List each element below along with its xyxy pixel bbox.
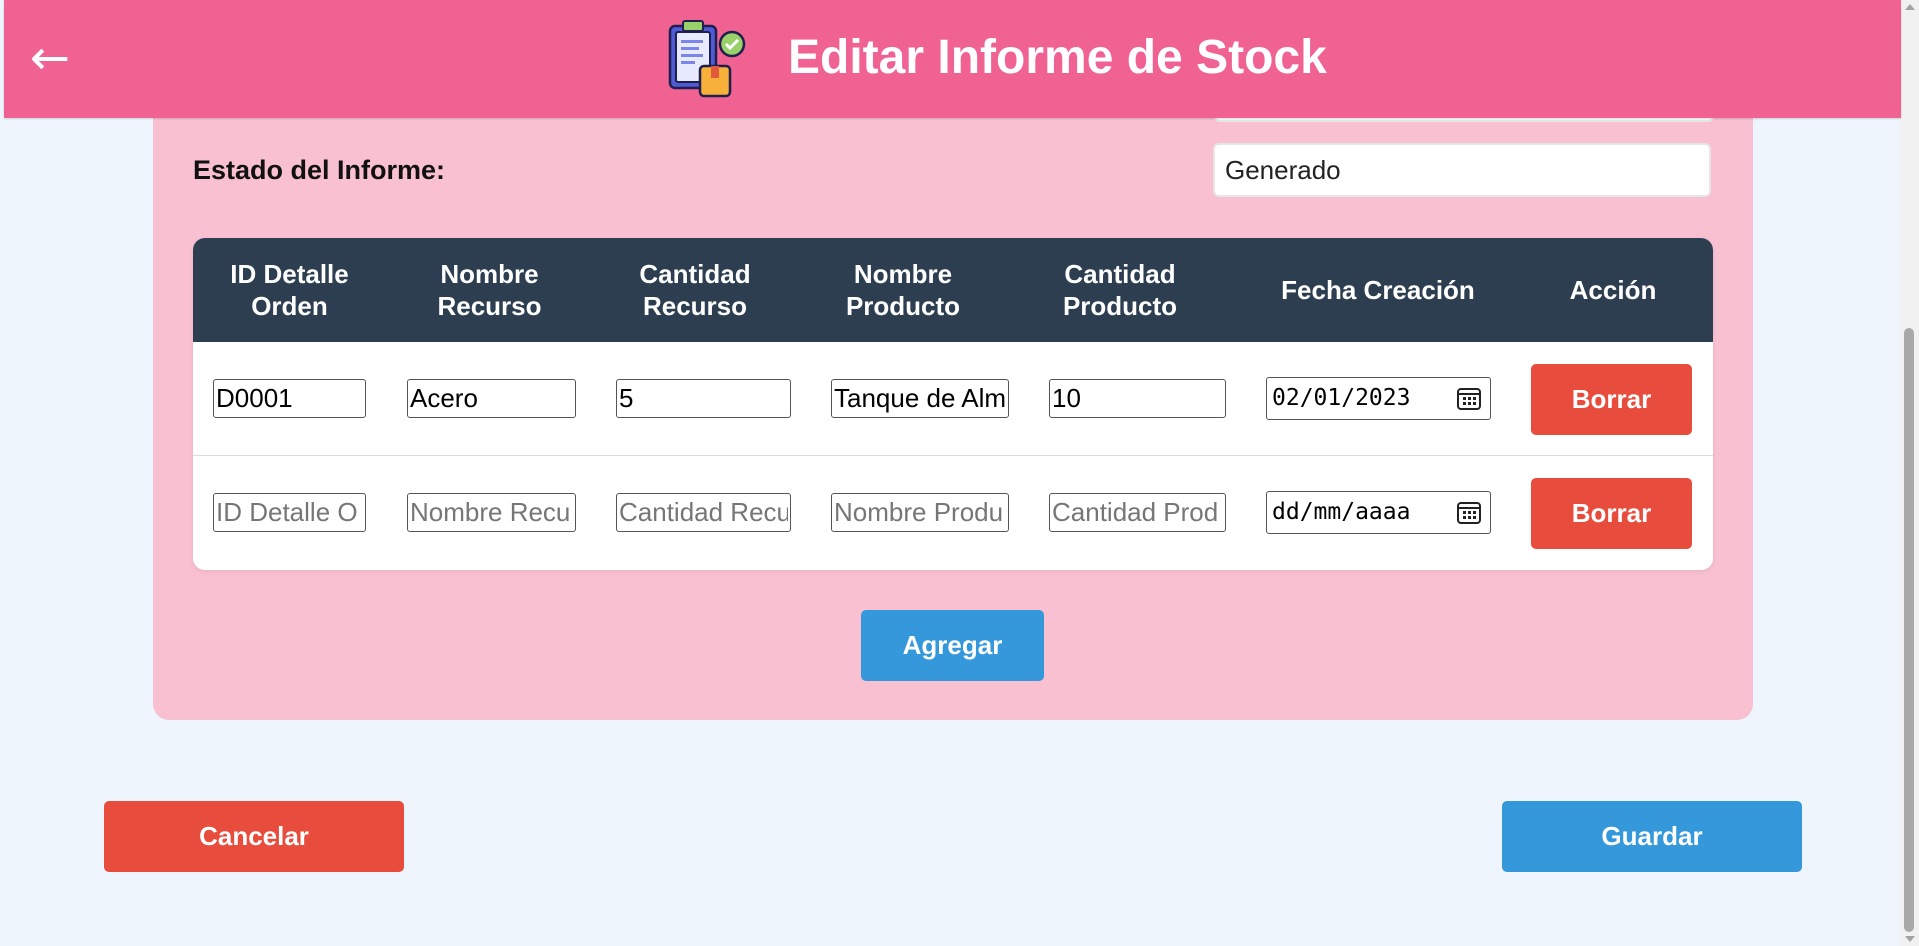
estado-label: Estado del Informe: bbox=[193, 155, 446, 185]
agregar-button[interactable]: Agregar bbox=[861, 610, 1044, 681]
cancelar-button[interactable]: Cancelar bbox=[104, 801, 404, 872]
calendar-icon[interactable] bbox=[1456, 500, 1482, 526]
column-header-fecha-creacion: Fecha Creación bbox=[1281, 275, 1475, 305]
nombre-recurso-input[interactable] bbox=[407, 379, 576, 418]
id-detalle-input[interactable] bbox=[213, 493, 366, 532]
borrar-button[interactable]: Borrar bbox=[1531, 364, 1692, 435]
scroll-up-arrow-icon[interactable] bbox=[1905, 4, 1915, 10]
cantidad-producto-input[interactable] bbox=[1049, 379, 1226, 418]
detail-table: ID Detalle Orden Nombre Recurso Cantidad… bbox=[193, 238, 1713, 570]
scroll-down-arrow-icon[interactable] bbox=[1905, 936, 1915, 942]
id-detalle-input[interactable] bbox=[213, 379, 366, 418]
page-title: Editar Informe de Stock bbox=[788, 31, 1327, 84]
table-header: ID Detalle Orden Nombre Recurso Cantidad… bbox=[193, 238, 1713, 342]
back-arrow-icon[interactable]: ← bbox=[24, 30, 76, 86]
cantidad-recurso-input[interactable] bbox=[616, 493, 791, 532]
column-header-id-detalle: ID Detalle Orden bbox=[230, 259, 349, 321]
estado-input[interactable] bbox=[1213, 143, 1711, 197]
column-header-cantidad-producto: Cantidad Producto bbox=[1062, 259, 1178, 321]
fecha-value: 02/01/2023 bbox=[1272, 385, 1411, 411]
column-header-nombre-recurso: Nombre Recurso bbox=[437, 259, 542, 321]
nombre-recurso-input[interactable] bbox=[407, 493, 576, 532]
borrar-button[interactable]: Borrar bbox=[1531, 478, 1692, 549]
clipboard-report-icon bbox=[668, 20, 746, 98]
calendar-icon[interactable] bbox=[1456, 386, 1482, 412]
nombre-producto-input[interactable] bbox=[831, 493, 1009, 532]
nombre-producto-input[interactable] bbox=[831, 379, 1009, 418]
guardar-button[interactable]: Guardar bbox=[1502, 801, 1802, 872]
fecha-creacion-input[interactable]: dd/mm/aaaa bbox=[1266, 491, 1491, 534]
column-header-nombre-producto: Nombre Producto bbox=[845, 259, 961, 321]
cantidad-recurso-input[interactable] bbox=[616, 379, 791, 418]
column-header-accion: Acción bbox=[1569, 275, 1657, 305]
cantidad-producto-input[interactable] bbox=[1049, 493, 1226, 532]
fecha-creacion-input[interactable]: 02/01/2023 bbox=[1266, 377, 1491, 420]
scrollbar-thumb[interactable] bbox=[1904, 328, 1914, 932]
table-row: 02/01/2023 Borrar bbox=[193, 342, 1713, 456]
page-header: ← Editar Informe de Stock bbox=[4, 0, 1901, 118]
fecha-placeholder: dd/mm/aaaa bbox=[1272, 499, 1411, 525]
column-header-cantidad-recurso: Cantidad Recurso bbox=[639, 259, 751, 321]
page-scrollbar[interactable] bbox=[1900, 0, 1919, 946]
table-row: dd/mm/aaaa Borrar bbox=[193, 456, 1713, 569]
